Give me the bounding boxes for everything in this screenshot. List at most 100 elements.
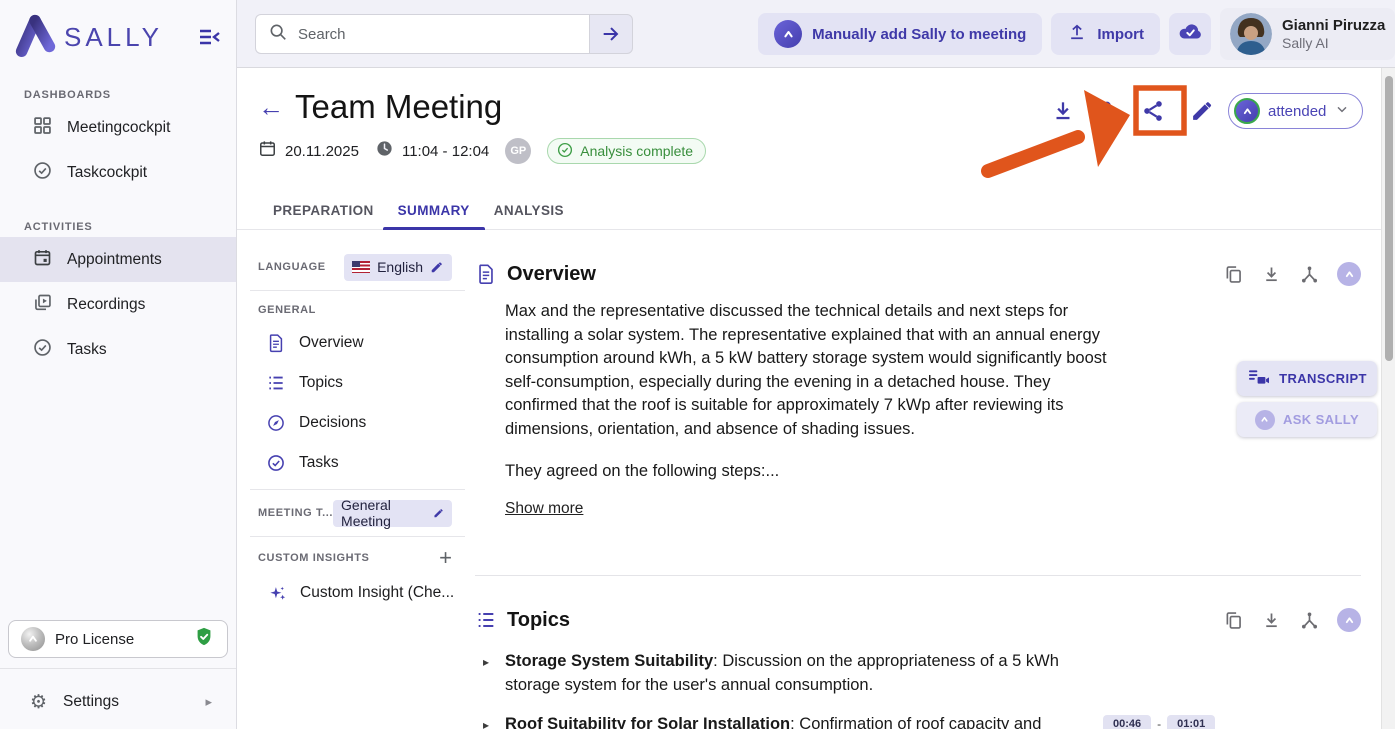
download-icon[interactable] [1050, 98, 1076, 124]
calendar-icon [32, 247, 53, 273]
edit-pencil-icon[interactable] [1190, 98, 1216, 124]
divider [250, 536, 465, 537]
upload-icon [1067, 22, 1087, 46]
topic-item[interactable]: ▸ Storage System Suitability: Discussion… [505, 650, 1090, 697]
sidebar-item-appointments[interactable]: Appointments [0, 237, 236, 282]
topic-title: Storage System Suitability [505, 652, 713, 670]
expand-triangle-icon[interactable]: ▸ [483, 651, 489, 675]
summary-nav-topics[interactable]: Topics [250, 363, 465, 403]
download-icon[interactable] [1261, 264, 1282, 285]
sally-silver-logo-icon [21, 627, 45, 651]
list-icon [266, 373, 286, 393]
pro-license-card[interactable]: Pro License [8, 620, 228, 658]
summary-nav-decisions[interactable]: Decisions [250, 403, 465, 443]
back-button[interactable]: ← [258, 94, 284, 120]
workflow-icon[interactable] [1299, 264, 1320, 285]
gear-icon: ⚙ [30, 691, 47, 714]
annotation-arrow [988, 137, 1078, 171]
summary-nav-overview[interactable]: Overview [250, 323, 465, 363]
tab-analysis[interactable]: ANALYSIS [494, 192, 564, 230]
user-name: Gianni Piruzza [1282, 17, 1385, 34]
compass-icon [266, 413, 286, 433]
add-sally-label: Manually add Sally to meeting [812, 26, 1026, 43]
check-circle-icon [32, 160, 53, 186]
section-divider [475, 575, 1361, 576]
check-circle-icon [32, 337, 53, 363]
sidebar-item-label: Appointments [67, 251, 162, 269]
topic-item[interactable]: ▸ Roof Suitability for Solar Installatio… [505, 713, 1090, 729]
sally-ai-icon[interactable] [1337, 608, 1361, 632]
activities-section-label: ACTIVITIES [0, 221, 236, 233]
dashboards-section-label: DASHBOARDS [0, 89, 236, 101]
ask-sally-button[interactable]: ASK SALLY [1237, 402, 1377, 437]
copy-icon[interactable] [1223, 610, 1244, 631]
scrollbar-thumb[interactable] [1385, 76, 1393, 361]
user-profile-chip[interactable]: Gianni Piruzza Sally AI [1220, 8, 1395, 60]
add-sally-to-meeting-button[interactable]: Manually add Sally to meeting [758, 13, 1042, 55]
time-end-badge[interactable]: 01:01 [1167, 715, 1215, 729]
custom-insight-label: Custom Insight (Che... [300, 584, 454, 602]
workflow-icon[interactable] [1299, 610, 1320, 631]
transcript-button[interactable]: TRANSCRIPT [1237, 361, 1377, 396]
topics-actions [1223, 608, 1361, 632]
overview-body: Max and the representative discussed the… [505, 300, 1117, 441]
sally-ai-icon[interactable] [1337, 262, 1361, 286]
download-icon[interactable] [1261, 610, 1282, 631]
calendar-icon [258, 139, 277, 163]
us-flag-icon [352, 261, 370, 273]
language-label: LANGUAGE [258, 261, 326, 273]
brand-name: SALLY [64, 22, 163, 53]
meeting-type-value: General Meeting [341, 497, 426, 529]
chevron-right-icon: ▸ [205, 694, 212, 710]
sidebar-item-settings[interactable]: ⚙ Settings ▸ [0, 682, 236, 722]
user-avatar [1230, 13, 1272, 55]
settings-label: Settings [63, 693, 119, 711]
tab-preparation[interactable]: PREPARATION [273, 192, 374, 230]
sally-logo-icon [14, 12, 58, 63]
language-selector[interactable]: English [344, 254, 452, 281]
check-circle-icon [266, 453, 286, 473]
meeting-actions: attended [1050, 93, 1363, 129]
add-custom-insight-button[interactable]: + [439, 547, 452, 569]
custom-insights-label: CUSTOM INSIGHTS [258, 552, 369, 564]
time-start-badge[interactable]: 00:46 [1103, 715, 1151, 729]
summary-nav-tasks[interactable]: Tasks [250, 443, 465, 483]
sidebar-item-taskcockpit[interactable]: Taskcockpit [0, 150, 236, 195]
sidebar: SALLY DASHBOARDS Meetingcockpit Taskcock… [0, 0, 237, 729]
sparkle-icon [268, 584, 287, 603]
attendance-value: attended [1268, 103, 1326, 120]
sidebar-item-label: Meetingcockpit [67, 119, 170, 137]
sidebar-item-recordings[interactable]: Recordings [0, 282, 236, 327]
cloud-sync-button[interactable] [1169, 13, 1211, 55]
scrollbar[interactable] [1381, 68, 1395, 729]
meeting-date: 20.11.2025 [285, 143, 359, 160]
copy-icon[interactable] [1223, 264, 1244, 285]
summary-nav-panel: LANGUAGE English GENERAL Overview Topics… [250, 250, 465, 613]
sidebar-item-tasks[interactable]: Tasks [0, 327, 236, 372]
verified-shield-icon [193, 626, 215, 653]
sidebar-divider [0, 668, 236, 669]
sidebar-item-label: Recordings [67, 296, 145, 314]
show-more-link[interactable]: Show more [505, 500, 583, 518]
search-box [255, 14, 633, 54]
topics-section-header: Topics [475, 608, 1361, 632]
chevron-down-icon [1334, 101, 1350, 122]
share-icon[interactable] [1140, 98, 1166, 124]
summary-nav-label: Decisions [299, 414, 366, 432]
sidebar-collapse-icon[interactable] [198, 23, 222, 52]
search-submit-button[interactable] [589, 14, 633, 54]
person-icon[interactable] [1094, 98, 1120, 124]
sally-logo-icon [1234, 98, 1260, 124]
edit-pencil-icon [433, 506, 444, 520]
tab-summary[interactable]: SUMMARY [398, 192, 470, 230]
topbar-right: Manually add Sally to meeting Import [758, 0, 1395, 68]
sally-ai-icon [1255, 410, 1275, 430]
summary-nav-custom-insight[interactable]: Custom Insight (Che... [250, 573, 465, 613]
search-input[interactable] [298, 26, 568, 43]
import-button[interactable]: Import [1051, 13, 1160, 55]
meeting-type-selector[interactable]: General Meeting [333, 500, 452, 527]
attendance-dropdown[interactable]: attended [1228, 93, 1363, 129]
sidebar-item-meetingcockpit[interactable]: Meetingcockpit [0, 105, 236, 150]
expand-triangle-icon[interactable]: ▸ [483, 714, 489, 729]
edit-pencil-icon [430, 260, 444, 274]
